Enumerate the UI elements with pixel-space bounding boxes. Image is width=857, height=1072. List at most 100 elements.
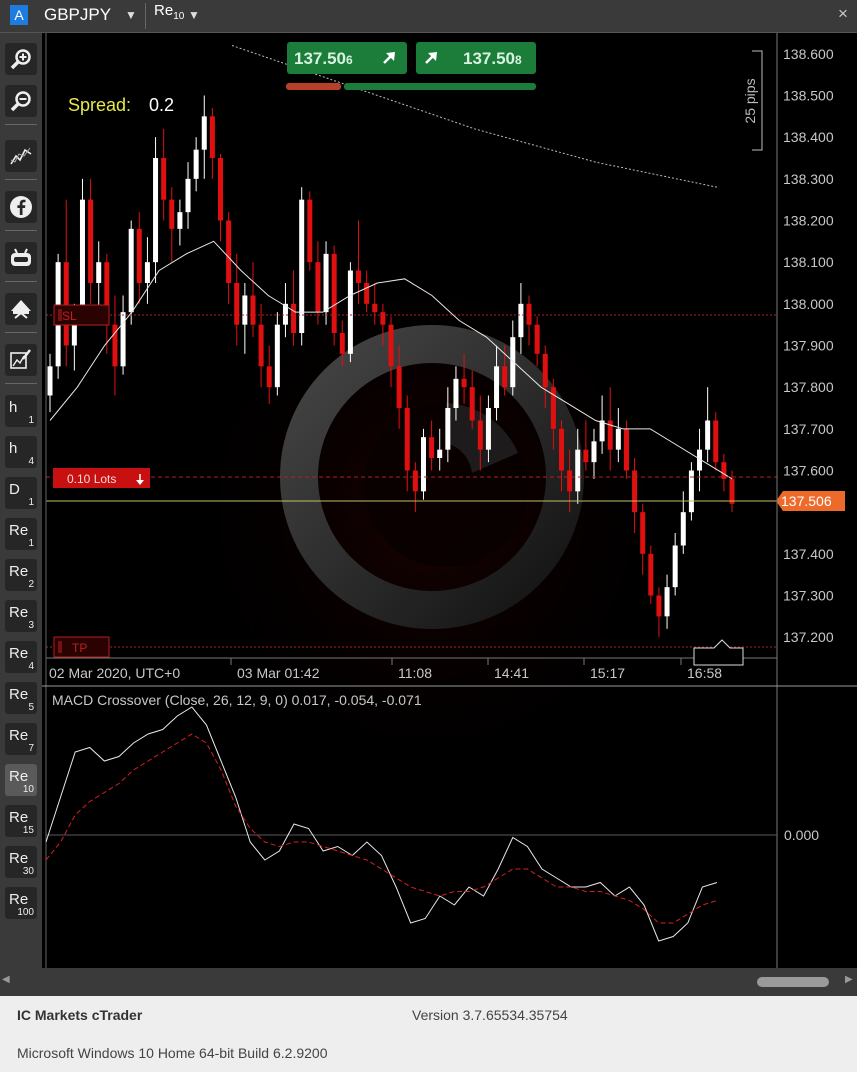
sentiment-buy-bar bbox=[344, 83, 536, 90]
buy-button[interactable]: 137.508 bbox=[416, 42, 536, 74]
timeframe-button-re30[interactable]: Re 30 bbox=[5, 846, 37, 878]
time-tick-label: 15:17 bbox=[590, 665, 625, 681]
timeframe-button-re1[interactable]: Re 1 bbox=[5, 518, 37, 550]
timeframe-button-re4[interactable]: Re 4 bbox=[5, 641, 37, 673]
candle-body bbox=[680, 512, 686, 546]
candle-body bbox=[494, 366, 500, 408]
timeframe-button-re3[interactable]: Re 3 bbox=[5, 600, 37, 632]
candle-body bbox=[79, 199, 85, 317]
price-tick-label: 137.900 bbox=[783, 338, 834, 354]
candle-body bbox=[721, 462, 727, 479]
timeframe-button-re7[interactable]: Re 7 bbox=[5, 723, 37, 755]
chart-area[interactable]: 138.600 138.500 138.400 138.300 138.200 138.1… bbox=[42, 33, 857, 968]
timeframe-button-h4[interactable]: h4 bbox=[5, 436, 37, 468]
candle-body bbox=[404, 408, 410, 471]
candle-body bbox=[185, 178, 191, 213]
timeframe-button-sub: 4 bbox=[28, 661, 34, 672]
close-icon[interactable]: × bbox=[838, 4, 848, 24]
price-tick-label: 137.200 bbox=[783, 629, 834, 645]
candle-body bbox=[201, 116, 207, 150]
timeframe-button-h1[interactable]: h1 bbox=[5, 395, 37, 427]
candle-body bbox=[429, 437, 435, 458]
price-tick-label: 138.100 bbox=[783, 254, 834, 270]
candle-body bbox=[559, 428, 564, 471]
patterns-button[interactable] bbox=[5, 293, 37, 325]
share-button[interactable] bbox=[5, 191, 37, 223]
candle-body bbox=[445, 408, 451, 450]
candle-body bbox=[356, 270, 362, 283]
chevron-down-icon[interactable]: ▼ bbox=[125, 8, 137, 22]
sentiment-sell-bar bbox=[286, 83, 341, 90]
timeframe-button-label: Re bbox=[9, 686, 29, 703]
timeframe-button-sub: 15 bbox=[22, 825, 34, 836]
indicators-button[interactable] bbox=[5, 140, 37, 172]
toolbar-divider bbox=[5, 124, 37, 125]
candle-body bbox=[461, 378, 467, 388]
candle-body bbox=[299, 199, 305, 333]
candle-body bbox=[144, 262, 150, 283]
candle-body bbox=[193, 149, 199, 179]
sell-price-main: 137.50 bbox=[294, 49, 346, 68]
scroll-right-icon[interactable]: ▶ bbox=[845, 974, 853, 985]
price-tick-label: 138.000 bbox=[783, 296, 834, 312]
candle-body bbox=[518, 303, 524, 338]
timeframe-button-sub: 7 bbox=[28, 743, 34, 754]
candle-body bbox=[209, 116, 215, 158]
price-tick-label: 137.400 bbox=[783, 546, 834, 562]
timeframe-button-sub: 3 bbox=[28, 620, 34, 631]
timeframe-button-re2[interactable]: Re 2 bbox=[5, 559, 37, 591]
candle-body bbox=[323, 253, 329, 313]
timeframe-button-label: D bbox=[9, 481, 20, 498]
timeframe-button-re10[interactable]: Re 10 bbox=[5, 764, 37, 796]
zoom-in-button[interactable] bbox=[5, 43, 37, 75]
candle-body bbox=[274, 324, 280, 388]
ctrader-window: A GBPJPY ▼ Re10 ▼ × h 1 h 4 D 1 Re 1 Re … bbox=[0, 0, 857, 1072]
timeframe-button-sub: 1 bbox=[28, 538, 34, 549]
timeframe-button-sub: 5 bbox=[28, 702, 34, 713]
indicator-icon bbox=[10, 147, 32, 165]
price-tick-label: 138.600 bbox=[783, 46, 834, 62]
candle-body bbox=[599, 420, 605, 442]
candle-body bbox=[372, 303, 378, 313]
zoom-out-button[interactable] bbox=[5, 85, 37, 117]
candle-body bbox=[242, 295, 248, 325]
account-badge[interactable]: A bbox=[10, 5, 28, 25]
timeframe-button-d1[interactable]: D1 bbox=[5, 477, 37, 509]
app-version: Version 3.7.65534.35754 bbox=[412, 1007, 568, 1023]
price-tick-label: 137.800 bbox=[783, 379, 834, 395]
macd-title: MACD Crossover (Close, 26, 12, 9, 0) 0.0… bbox=[52, 692, 422, 708]
scroll-left-icon[interactable]: ◀ bbox=[2, 974, 10, 985]
chevron-down-icon[interactable]: ▼ bbox=[188, 8, 200, 22]
drawing-tools-button[interactable] bbox=[5, 344, 37, 376]
timeframe-button-label: Re bbox=[9, 809, 29, 826]
time-tick-label: 14:41 bbox=[494, 665, 529, 681]
app-name: IC Markets cTrader bbox=[17, 1007, 143, 1023]
candle-body bbox=[412, 470, 418, 492]
buy-price-main: 137.50 bbox=[463, 49, 515, 68]
candle-body bbox=[258, 324, 264, 367]
timeframe-selector[interactable]: Re10 bbox=[154, 2, 184, 22]
candle-body bbox=[713, 420, 719, 463]
timeframe-button-label: h bbox=[9, 440, 18, 457]
horizontal-scrollbar[interactable]: ◀ ▶ bbox=[0, 968, 857, 996]
time-tick-label: 16:58 bbox=[687, 665, 722, 681]
candle-body bbox=[664, 587, 670, 617]
candle-body bbox=[729, 478, 735, 504]
candle-body bbox=[583, 449, 589, 463]
sell-button[interactable]: 137.506 bbox=[287, 42, 407, 74]
timeframe-button-re15[interactable]: Re 15 bbox=[5, 805, 37, 837]
timeframe-main: Re bbox=[154, 2, 174, 19]
timeframe-button-sub: 1 bbox=[28, 415, 34, 426]
automate-button[interactable] bbox=[5, 242, 37, 274]
candle-body bbox=[226, 220, 232, 283]
timeframe-button-re5[interactable]: Re 5 bbox=[5, 682, 37, 714]
symbol-selector[interactable]: GBPJPY bbox=[44, 5, 111, 25]
drawing-icon bbox=[10, 349, 31, 369]
scrollbar-thumb[interactable] bbox=[757, 977, 829, 987]
candle-body bbox=[153, 158, 159, 263]
status-footer: IC Markets cTrader Version 3.7.65534.357… bbox=[0, 996, 857, 1072]
timeframe-button-re100[interactable]: Re 100 bbox=[5, 887, 37, 919]
candle-body bbox=[380, 312, 386, 325]
stop-loss-text: SL bbox=[62, 309, 77, 323]
candle-body bbox=[128, 228, 134, 313]
